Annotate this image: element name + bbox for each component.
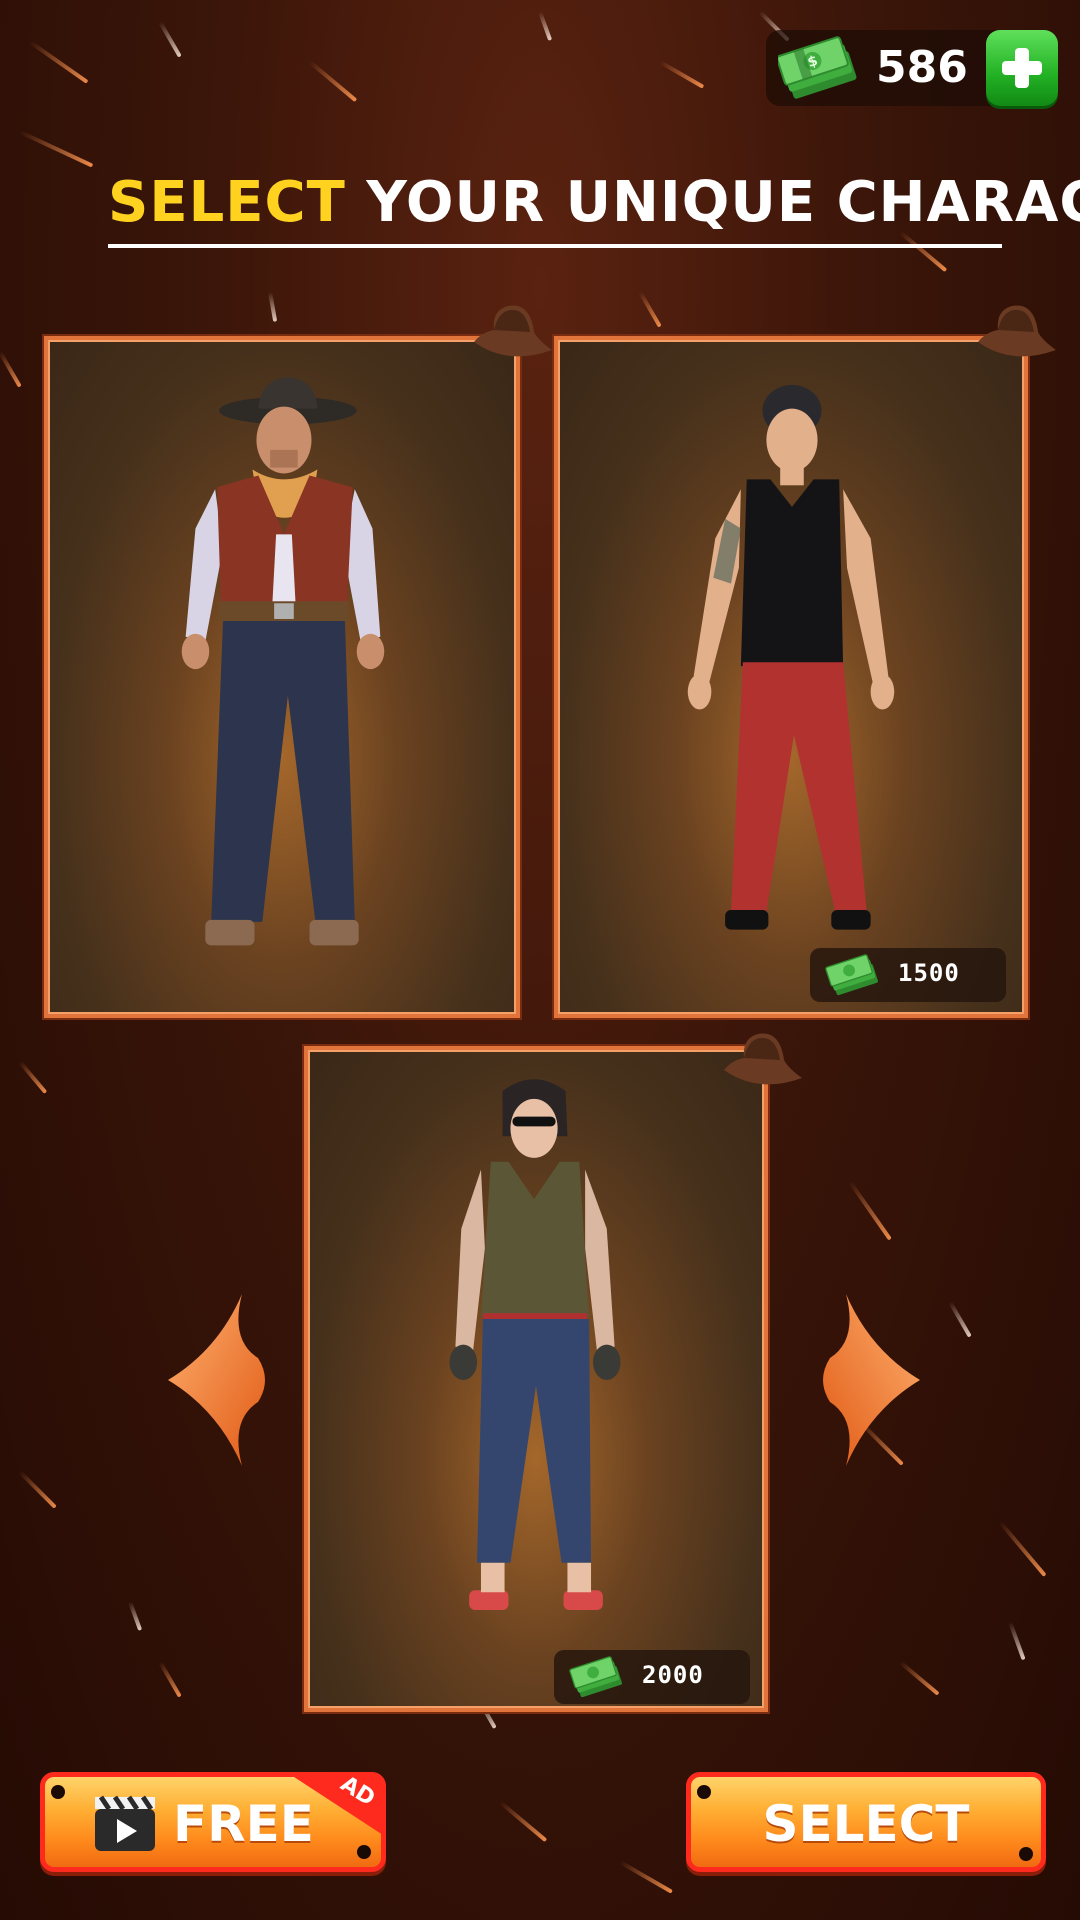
price-tag-1500: 1500 [810,948,1006,1002]
previous-character-arrow[interactable] [160,1290,270,1470]
free-ad-button[interactable]: FREE AD [40,1772,386,1872]
select-button-label: SELECT [762,1795,970,1853]
tank-top-man-character-image [687,385,895,930]
currency-amount: 586 [876,42,968,93]
bullet-hole-icon [357,1845,371,1859]
cowboy-hat-icon [724,1033,802,1085]
tattooed-woman-character-image [449,1079,621,1610]
title-highlight: SELECT [108,170,346,235]
character-card-tattooed-woman[interactable]: 2000 [304,1033,802,1712]
ad-badge: AD [291,1775,383,1835]
cash-stack-icon [569,1656,622,1698]
cash-stack-icon [825,954,878,996]
cowboy-character-image [181,377,385,946]
character-card-tank-top-man[interactable]: 1500 [554,305,1056,1018]
title-rest: YOUR UNIQUE CHARACTER [366,170,1080,235]
next-character-arrow[interactable] [818,1290,928,1470]
bullet-hole-icon [51,1785,65,1799]
cash-stack-icon: $ [778,36,857,99]
video-clapperboard-icon [95,1795,155,1851]
price-tag-2000: 2000 [554,1650,750,1704]
bullet-hole-icon [1019,1847,1033,1861]
title-underline [108,244,1002,248]
cowboy-hat-icon [474,305,552,357]
page-title: SELECT YOUR UNIQUE CHARACTER [108,170,1080,235]
select-button[interactable]: SELECT [686,1772,1046,1872]
cowboy-hat-icon [978,305,1056,357]
bullet-hole-icon [697,1785,711,1799]
character-card-cowboy[interactable] [44,305,552,1018]
price-value: 1500 [898,959,960,987]
price-value: 2000 [642,1661,704,1689]
character-select-screen: $ 586 SELECT YOUR UNIQUE CHARACTER [0,0,1080,1920]
add-currency-button[interactable] [986,30,1058,106]
